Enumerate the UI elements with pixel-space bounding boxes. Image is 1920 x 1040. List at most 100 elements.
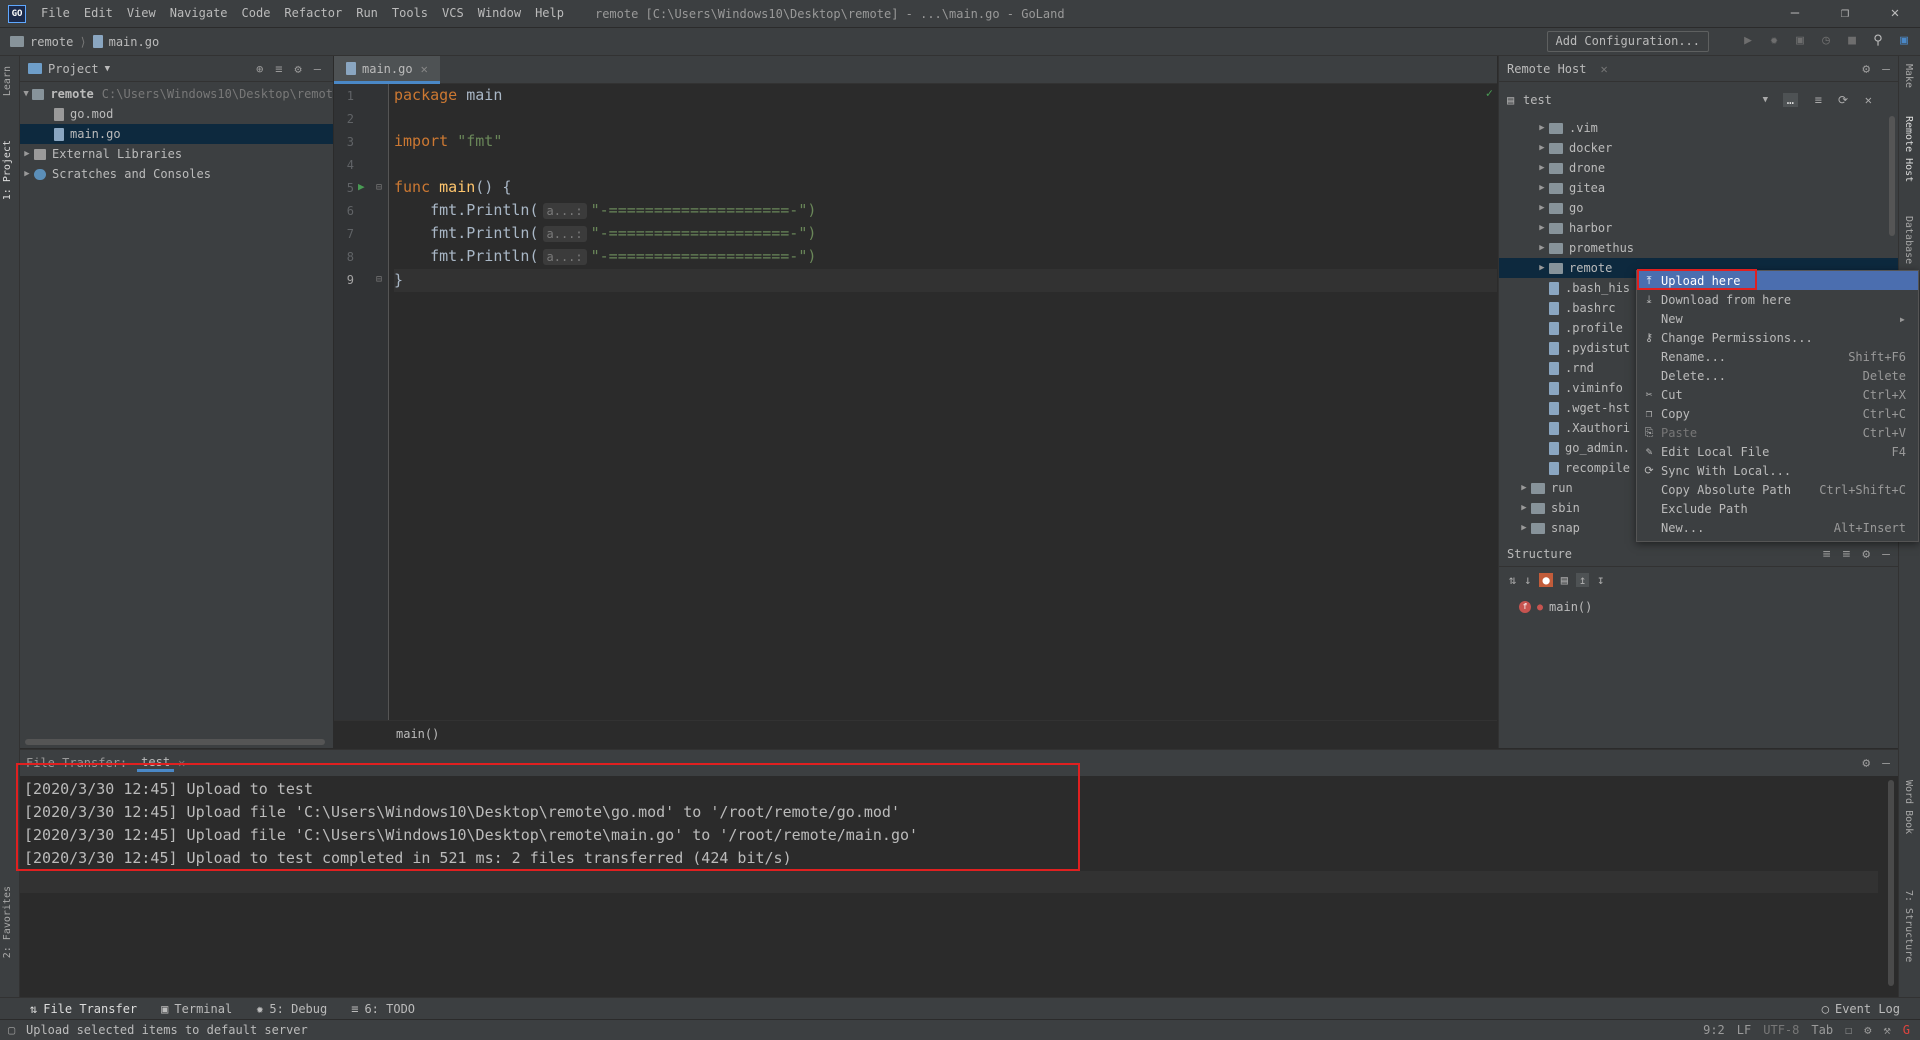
project-view-selector[interactable]: Project — [48, 62, 99, 76]
close-icon[interactable]: ✕ — [1865, 93, 1872, 107]
database-tab[interactable]: Database — [1903, 216, 1914, 264]
gear-icon[interactable]: ⚙ — [1862, 547, 1870, 562]
expand-arrow-icon[interactable]: ▶ — [20, 149, 34, 159]
tree-item-go-mod[interactable]: go.mod — [20, 104, 333, 124]
menu-edit[interactable]: Edit — [77, 0, 120, 27]
expand-arrow-icon[interactable]: ▶ — [1535, 203, 1549, 213]
tree-item-remote[interactable]: ▼ remote C:\Users\Windows10\Desktop\remo… — [20, 84, 333, 104]
expand-arrow-icon[interactable]: ▶ — [1517, 503, 1531, 513]
word-book-tab[interactable]: Word Book — [1903, 780, 1914, 834]
expand-arrow-icon[interactable]: ▶ — [20, 169, 34, 179]
menu-item-new[interactable]: New... Alt+Insert — [1637, 518, 1918, 537]
menu-item-copy[interactable]: ❐ Copy Ctrl+C — [1637, 404, 1918, 423]
remote-host-tab[interactable]: Remote Host — [1903, 116, 1914, 182]
remote-tree-item[interactable]: ▶ gitea — [1499, 178, 1898, 198]
gear-icon[interactable]: ⚙ — [295, 62, 302, 76]
minimize-icon[interactable]: — — [1770, 0, 1820, 27]
tree-item-external-libraries[interactable]: ▶ External Libraries — [20, 144, 333, 164]
expand-arrow-icon[interactable]: ▶ — [1517, 523, 1531, 533]
menu-item-paste[interactable]: ⎘ Paste Ctrl+V — [1637, 423, 1918, 442]
menu-view[interactable]: View — [120, 0, 163, 27]
coverage-icon[interactable]: ▣ — [1792, 32, 1808, 50]
gear-icon[interactable]: ⚙ — [1862, 62, 1870, 77]
autoscroll-from-source-icon[interactable]: ↧ — [1597, 573, 1604, 587]
search-icon[interactable]: ⚲ — [1870, 32, 1886, 50]
google-icon[interactable]: G — [1903, 1023, 1910, 1037]
menu-vcs[interactable]: VCS — [435, 0, 471, 27]
caret-position[interactable]: 9:2 — [1703, 1023, 1725, 1037]
expand-arrow-icon[interactable]: ▶ — [1517, 483, 1531, 493]
restore-icon[interactable]: ❐ — [1820, 0, 1870, 27]
close-icon[interactable]: ✕ — [1870, 0, 1920, 27]
vertical-scrollbar[interactable] — [1889, 116, 1895, 236]
menu-item-copy-absolute-path[interactable]: Copy Absolute Path Ctrl+Shift+C — [1637, 480, 1918, 499]
menu-item-change-permissions[interactable]: ⚷ Change Permissions... — [1637, 328, 1918, 347]
menu-item-cut[interactable]: ✂ Cut Ctrl+X — [1637, 385, 1918, 404]
chevron-down-icon[interactable]: ▼ — [1763, 95, 1768, 105]
hide-icon[interactable]: — — [1882, 547, 1890, 562]
structure-tab[interactable]: 7: Structure — [1903, 890, 1914, 962]
remote-tree-item[interactable]: ▶ drone — [1499, 158, 1898, 178]
fold-icon[interactable]: ⊟ — [376, 182, 382, 193]
todo-toolwindow[interactable]: ≡ 6: TODO — [351, 1002, 415, 1016]
debug-icon[interactable]: ✹ — [1766, 32, 1782, 50]
expand-arrow-icon[interactable]: ▶ — [1535, 223, 1549, 233]
add-configuration-button[interactable]: Add Configuration... — [1546, 31, 1709, 52]
menu-item-exclude-path[interactable]: Exclude Path — [1637, 499, 1918, 518]
file-encoding[interactable]: UTF-8 — [1763, 1023, 1799, 1037]
expand-arrow-icon[interactable]: ▶ — [1535, 183, 1549, 193]
menu-help[interactable]: Help — [528, 0, 571, 27]
project-tab[interactable]: 1: Project — [2, 140, 13, 200]
structure-item-main[interactable]: f ● main() — [1499, 597, 1898, 617]
terminal-toolwindow[interactable]: ▣ Terminal — [161, 1002, 232, 1016]
hide-icon[interactable]: — — [1882, 62, 1890, 77]
favorites-tab[interactable]: 2: Favorites — [2, 886, 13, 958]
locate-icon[interactable]: ⊕ — [256, 62, 263, 76]
menu-item-sync-with-local[interactable]: ⟳ Sync With Local... — [1637, 461, 1918, 480]
file-transfer-toolwindow[interactable]: ⇅ File Transfer — [30, 1002, 137, 1016]
close-tab-icon[interactable]: ✕ — [1600, 62, 1607, 76]
expand-arrow-icon[interactable]: ▶ — [1535, 163, 1549, 173]
tree-item-scratches[interactable]: ▶ Scratches and Consoles — [20, 164, 333, 184]
remote-tree-item[interactable]: ▶ harbor — [1499, 218, 1898, 238]
fold-icon[interactable]: ⊟ — [376, 274, 382, 285]
remote-tree-item[interactable]: ▶ go — [1499, 198, 1898, 218]
expand-all-icon[interactable]: ≡ — [1823, 547, 1831, 562]
menu-item-rename[interactable]: Rename... Shift+F6 — [1637, 347, 1918, 366]
menu-item-edit-local-file[interactable]: ✎ Edit Local File F4 — [1637, 442, 1918, 461]
expand-arrow-icon[interactable]: ▼ — [20, 89, 32, 99]
remote-tree-item[interactable]: ▶ .vim — [1499, 118, 1898, 138]
stop-icon[interactable]: ■ — [1844, 32, 1860, 50]
menu-code[interactable]: Code — [235, 0, 278, 27]
collapse-all-icon[interactable]: ≡ — [1843, 547, 1851, 562]
horizontal-scrollbar[interactable] — [25, 739, 325, 745]
menu-navigate[interactable]: Navigate — [163, 0, 235, 27]
lock-icon[interactable]: ☐ — [1845, 1023, 1852, 1037]
menu-window[interactable]: Window — [471, 0, 528, 27]
inspector-icon[interactable]: ⚙ — [1864, 1023, 1871, 1037]
menu-tools[interactable]: Tools — [385, 0, 435, 27]
menu-item-delete[interactable]: Delete... Delete — [1637, 366, 1918, 385]
event-log-toolwindow[interactable]: ◯ Event Log — [1822, 1002, 1900, 1016]
breadcrumb-remote[interactable]: remote — [30, 35, 73, 49]
hide-icon[interactable]: — — [314, 62, 321, 76]
expand-arrow-icon[interactable]: ▶ — [1535, 243, 1549, 253]
sort-visibility-icon[interactable]: ⇅ — [1509, 573, 1516, 587]
translate-icon[interactable]: ▣ — [1896, 32, 1912, 50]
tab-main-go[interactable]: main.go ✕ — [334, 56, 440, 84]
collapse-icon[interactable]: ≡ — [1815, 93, 1822, 107]
editor-breadcrumb[interactable]: main() — [334, 720, 1497, 748]
run-gutter-icon[interactable]: ▶ — [358, 180, 365, 193]
refresh-icon[interactable]: ⟳ — [1838, 93, 1848, 107]
learn-tab[interactable]: Learn — [2, 66, 13, 96]
line-separator[interactable]: LF — [1737, 1023, 1751, 1037]
gear-icon[interactable]: ⚙ — [1862, 756, 1870, 771]
breadcrumb-main-go[interactable]: main.go — [109, 35, 160, 49]
hide-icon[interactable]: — — [1882, 756, 1890, 771]
remote-tree-item[interactable]: ▶ promethus — [1499, 238, 1898, 258]
menu-run[interactable]: Run — [349, 0, 385, 27]
more-icon[interactable]: … — [1782, 93, 1798, 107]
show-folder-icon[interactable]: ▤ — [1561, 573, 1568, 587]
menu-refactor[interactable]: Refactor — [277, 0, 349, 27]
menu-file[interactable]: File — [34, 0, 77, 27]
